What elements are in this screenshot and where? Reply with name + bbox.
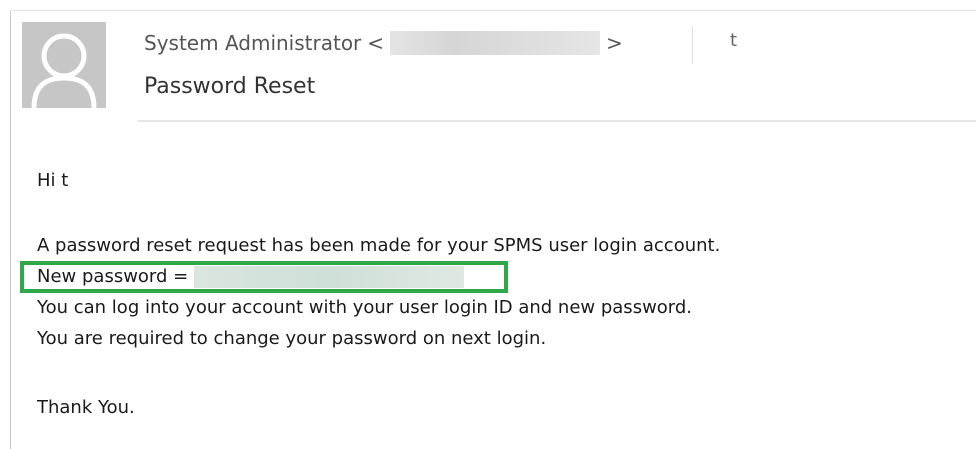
email-view: System Administrator < > t Password Rese… <box>0 0 976 449</box>
sender-avatar-icon <box>22 22 106 108</box>
email-subject: Password Reset <box>144 74 316 99</box>
closing-text: Thank You. <box>37 397 135 418</box>
sender-line[interactable]: System Administrator < > <box>144 28 623 58</box>
greeting-text: Hi t <box>37 170 69 191</box>
user-silhouette-icon <box>22 22 106 108</box>
password-highlight-box <box>20 261 508 293</box>
sender-name: System Administrator <box>144 31 362 55</box>
body-line-change-password: You are required to change your password… <box>37 328 547 349</box>
sender-close-bracket: > <box>606 31 623 55</box>
header-divider <box>138 120 976 122</box>
sender-open-bracket: < <box>367 31 385 55</box>
redacted-sender-email <box>390 31 601 55</box>
pane-left-border <box>10 10 11 449</box>
recipient-name[interactable]: t <box>730 30 737 51</box>
pane-top-border <box>10 10 976 11</box>
header-separator <box>692 26 693 64</box>
body-line-login-info: You can log into your account with your … <box>37 297 693 318</box>
body-line-reset-request: A password reset request has been made f… <box>37 235 721 256</box>
